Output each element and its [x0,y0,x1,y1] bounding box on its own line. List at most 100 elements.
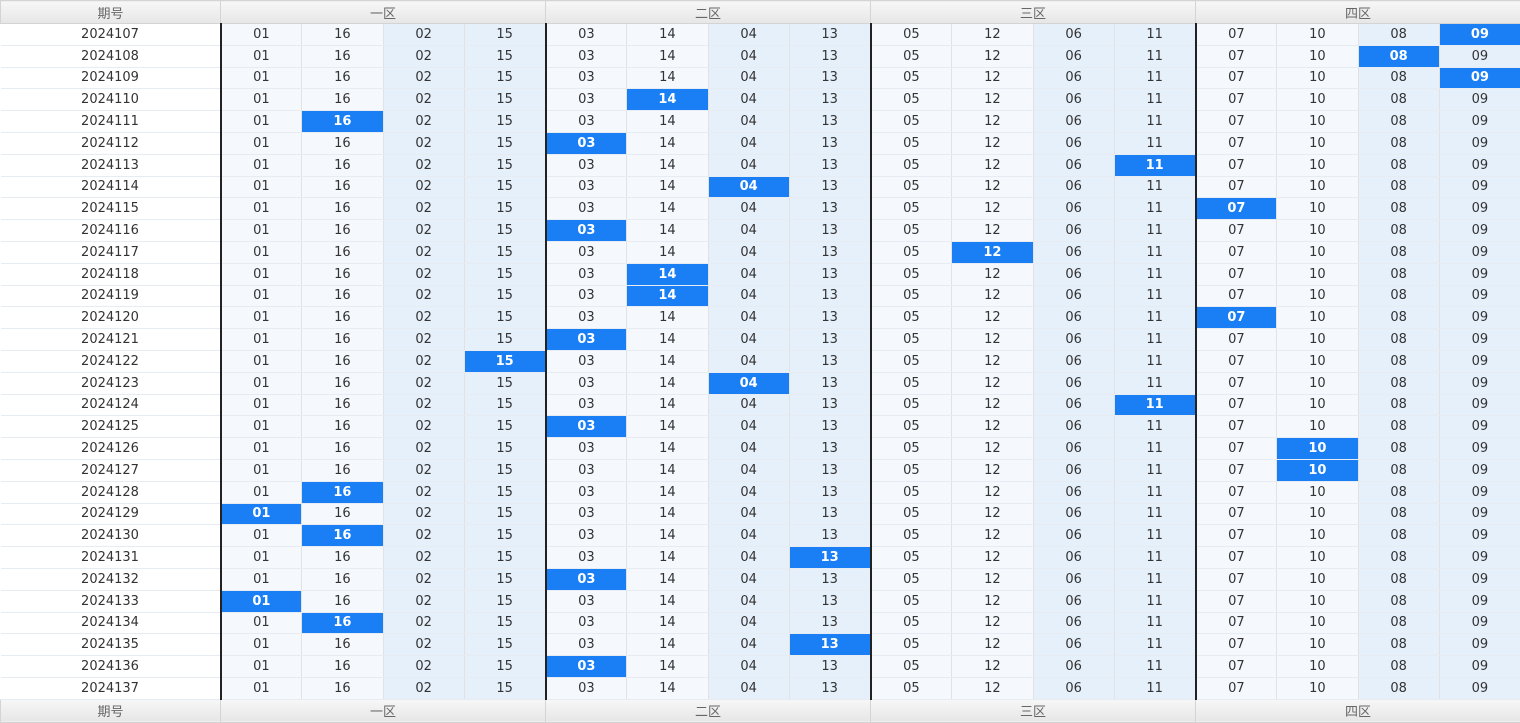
number-cell: 10 [1277,416,1358,438]
number-cell: 06 [1033,438,1114,460]
number-cell: 01 [221,263,302,285]
number-cell: 06 [1033,24,1114,46]
number-cell: 06 [1033,372,1114,394]
number-cell: 11 [1114,220,1195,242]
number-cell: 16 [302,590,383,612]
number-cell: 14 [627,350,708,372]
number-cell: 09 [1439,263,1520,285]
period-cell: 2024125 [1,416,221,438]
number-cell: 16 [302,220,383,242]
number-cell: 04 [708,24,789,46]
number-cell: 03 [546,547,627,569]
number-cell: 06 [1033,198,1114,220]
number-cell: 07 [1196,220,1277,242]
number-cell: 08 [1358,481,1439,503]
number-cell: 05 [871,677,952,699]
zone-4-footer[interactable]: 四区 [1196,699,1520,722]
zone-1-header[interactable]: 一区 [221,1,546,24]
period-cell: 2024108 [1,45,221,67]
number-cell: 05 [871,634,952,656]
number-cell: 15 [464,285,545,307]
number-cell: 02 [383,416,464,438]
number-cell: 01 [221,612,302,634]
number-cell: 07 [1196,438,1277,460]
number-cell: 11 [1114,481,1195,503]
hit-number-cell: 11 [1114,394,1195,416]
number-cell: 08 [1358,111,1439,133]
table-row: 202413001160215031404130512061107100809 [1,525,1520,547]
number-cell: 09 [1439,45,1520,67]
number-cell: 09 [1439,350,1520,372]
number-cell: 12 [952,198,1033,220]
number-cell: 03 [546,154,627,176]
hit-number-cell: 03 [546,329,627,351]
hit-number-cell: 16 [302,525,383,547]
number-cell: 16 [302,45,383,67]
number-cell: 15 [464,677,545,699]
table-row: 202412701160215031404130512061107100809 [1,459,1520,481]
number-cell: 02 [383,656,464,678]
number-cell: 12 [952,24,1033,46]
number-cell: 02 [383,176,464,198]
number-cell: 05 [871,154,952,176]
number-cell: 03 [546,89,627,111]
table-row: 202412101160215031404130512061107100809 [1,329,1520,351]
number-cell: 15 [464,590,545,612]
number-cell: 15 [464,198,545,220]
number-cell: 02 [383,525,464,547]
number-cell: 11 [1114,416,1195,438]
number-cell: 08 [1358,263,1439,285]
number-cell: 06 [1033,525,1114,547]
hit-number-cell: 12 [952,241,1033,263]
number-cell: 10 [1277,307,1358,329]
period-cell: 2024128 [1,481,221,503]
number-cell: 14 [627,111,708,133]
number-cell: 07 [1196,459,1277,481]
zone-2-footer[interactable]: 二区 [546,699,871,722]
period-cell: 2024123 [1,372,221,394]
number-cell: 01 [221,285,302,307]
period-footer[interactable]: 期号 [1,699,221,722]
number-cell: 05 [871,656,952,678]
period-cell: 2024121 [1,329,221,351]
hit-number-cell: 15 [464,350,545,372]
number-cell: 11 [1114,525,1195,547]
number-cell: 09 [1439,198,1520,220]
number-cell: 14 [627,590,708,612]
number-cell: 07 [1196,350,1277,372]
table-row: 202413201160215031404130512061107100809 [1,568,1520,590]
number-cell: 06 [1033,459,1114,481]
number-cell: 14 [627,67,708,89]
number-cell: 06 [1033,612,1114,634]
number-cell: 13 [789,459,870,481]
number-cell: 03 [546,590,627,612]
number-cell: 15 [464,416,545,438]
period-header[interactable]: 期号 [1,1,221,24]
number-cell: 16 [302,568,383,590]
table-row: 202410701160215031404130512061107100809 [1,24,1520,46]
number-cell: 02 [383,568,464,590]
number-cell: 05 [871,45,952,67]
number-cell: 08 [1358,24,1439,46]
number-cell: 12 [952,67,1033,89]
number-cell: 11 [1114,590,1195,612]
zone-3-footer[interactable]: 三区 [871,699,1196,722]
number-cell: 04 [708,634,789,656]
zone-2-header[interactable]: 二区 [546,1,871,24]
number-cell: 10 [1277,372,1358,394]
zone-4-header[interactable]: 四区 [1196,1,1520,24]
number-cell: 08 [1358,176,1439,198]
zone-3-header[interactable]: 三区 [871,1,1196,24]
number-cell: 13 [789,24,870,46]
zone-1-footer[interactable]: 一区 [221,699,546,722]
number-cell: 05 [871,89,952,111]
number-cell: 01 [221,241,302,263]
number-cell: 15 [464,24,545,46]
number-cell: 15 [464,547,545,569]
number-cell: 16 [302,329,383,351]
number-cell: 01 [221,634,302,656]
number-cell: 15 [464,154,545,176]
number-cell: 09 [1439,176,1520,198]
number-cell: 12 [952,176,1033,198]
number-cell: 02 [383,67,464,89]
